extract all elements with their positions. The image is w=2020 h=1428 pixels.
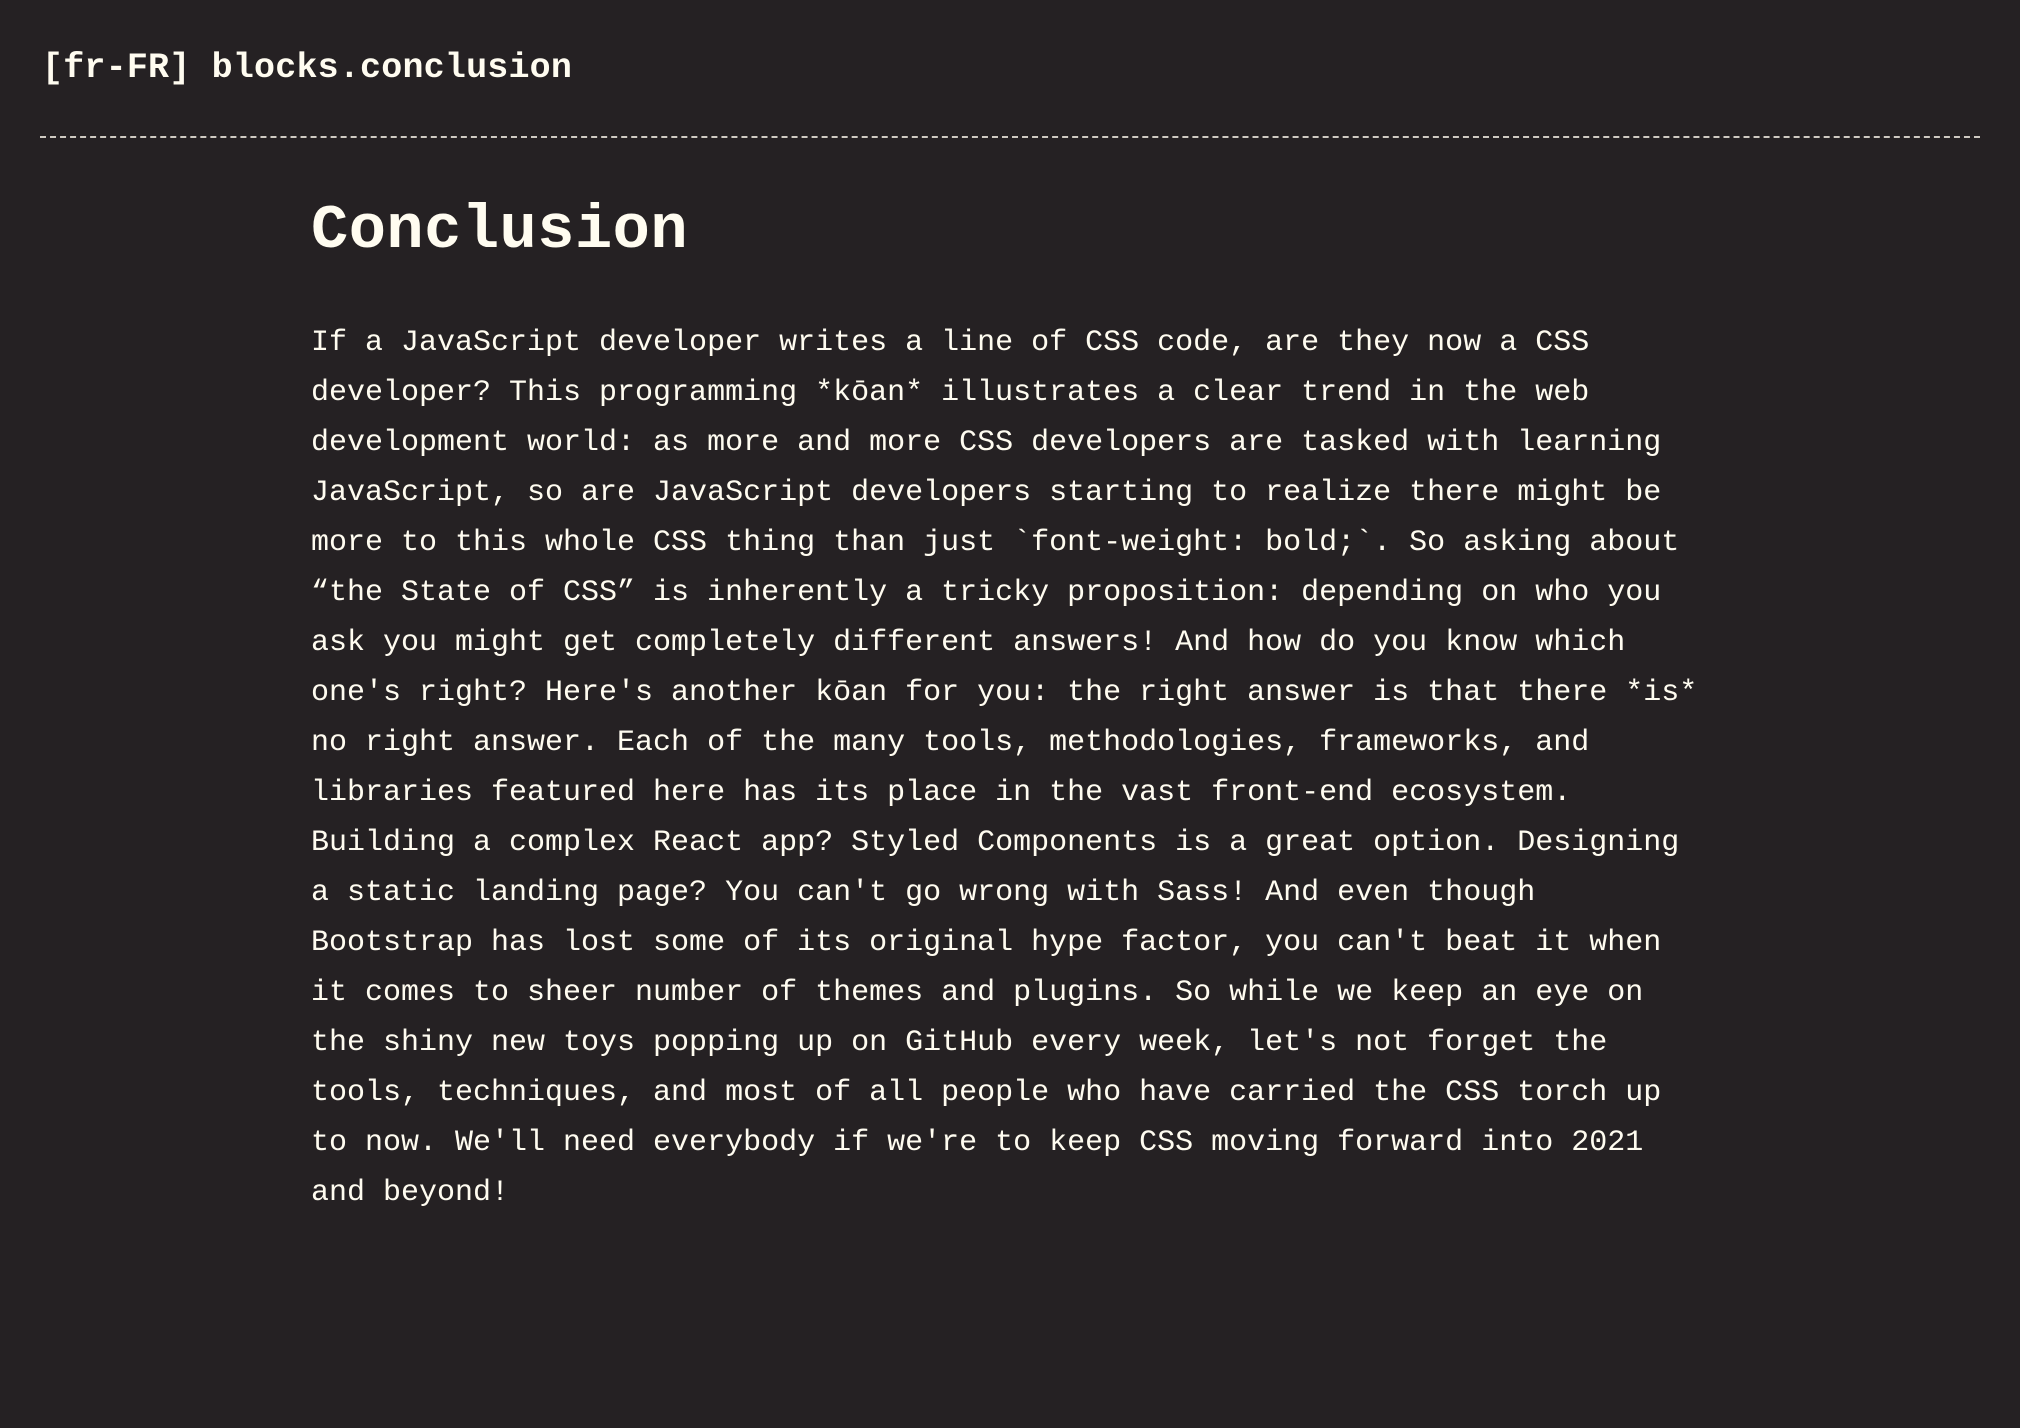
conclusion-block: Conclusion If a JavaScript developer wri… (311, 195, 1731, 1218)
block-id-label: [fr-FR] blocks.conclusion (42, 48, 573, 88)
block-header: [fr-FR] blocks.conclusion (40, 0, 1980, 138)
conclusion-heading: Conclusion (311, 195, 689, 266)
conclusion-body-text: If a JavaScript developer writes a line … (311, 326, 1698, 1210)
